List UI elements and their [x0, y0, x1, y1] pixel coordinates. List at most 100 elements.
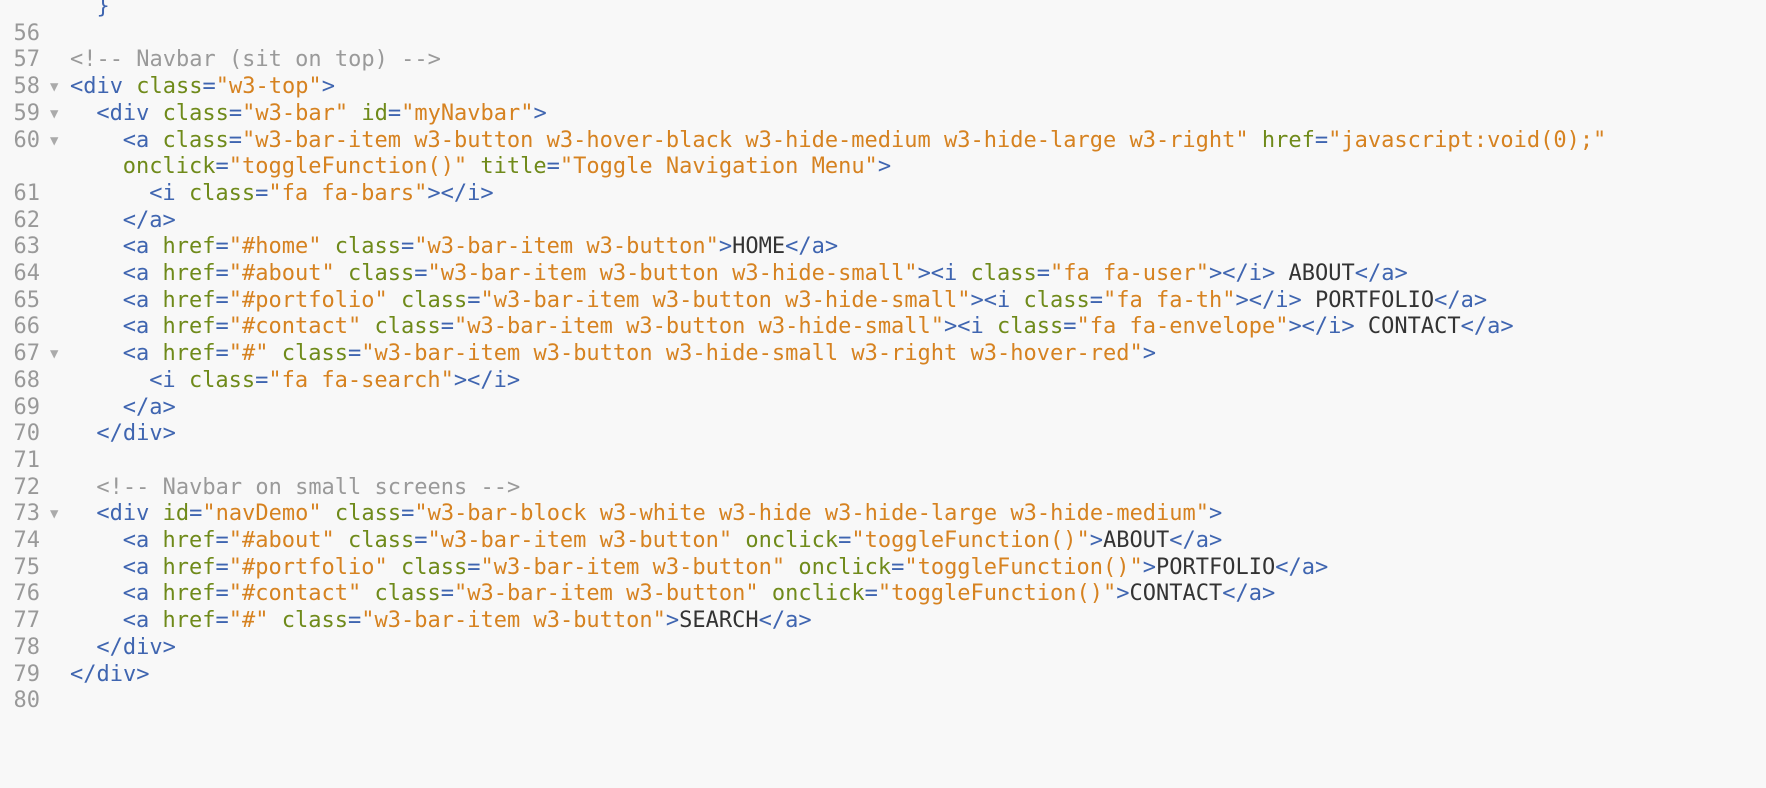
code-line[interactable]: 74 <a href="#about" class="w3-bar-item w3…	[0, 526, 1766, 556]
code-token: >	[533, 100, 547, 126]
code-token: <a	[122, 341, 163, 367]
code-token: </a>	[122, 394, 176, 420]
code-text: <a href="#" class="w3-bar-item w3-button…	[123, 339, 1156, 369]
code-token: =	[440, 314, 454, 340]
code-token: =	[228, 127, 243, 153]
code-editor[interactable]: } 56 57 <!-- Navbar (sit on top) --> 58 ▼ <div…	[0, 0, 1766, 788]
code-line[interactable]: 73 ▼ <div id="navDemo" class="w3-bar-block…	[0, 499, 1766, 529]
code-token: href	[162, 608, 216, 634]
code-line[interactable]: 76 <a href="#contact" class="w3-bar-item …	[0, 579, 1766, 609]
code-text: </a>	[123, 393, 176, 423]
code-token: class	[387, 554, 468, 580]
code-line[interactable]: 65 <a href="#portfolio" class="w3-bar-ite…	[0, 286, 1766, 316]
fold-arrow-icon[interactable]: ▼	[50, 339, 58, 369]
code-token: </a>	[122, 207, 176, 233]
code-token: <a	[122, 261, 163, 286]
fold-arrow-icon[interactable]: ▼	[50, 499, 58, 529]
code-token: "toggleFunction()"	[877, 581, 1117, 607]
code-token: </div>	[96, 421, 176, 447]
code-text: <div id="navDemo" class="w3-bar-block w3…	[96, 499, 1222, 529]
code-token: =	[838, 528, 852, 553]
code-text: <i class="fa fa-search"></i>	[149, 366, 520, 396]
code-token: =	[348, 341, 362, 367]
code-line[interactable]: 66 <a href="#contact" class="w3-bar-item …	[0, 312, 1766, 342]
code-token: <a	[122, 528, 163, 553]
code-token: =	[401, 501, 415, 527]
code-token: ></i>	[1235, 287, 1302, 313]
code-text: <!-- Navbar (sit on top) -->	[70, 45, 441, 75]
code-token: <i	[149, 367, 189, 393]
code-token: <div	[70, 74, 137, 100]
line-number: 57	[13, 47, 41, 73]
code-token: "w3-bar-item w3-button"	[414, 234, 719, 260]
code-token: =	[440, 581, 454, 607]
code-token: class	[321, 501, 402, 527]
code-line[interactable]: 59 ▼ <div class="w3-bar" id="myNavbar">	[0, 99, 1766, 129]
code-token: "toggleFunction()"	[851, 528, 1090, 553]
code-token: href	[162, 287, 216, 313]
line-number: 56	[13, 20, 41, 46]
code-token: <a	[122, 608, 163, 634]
code-token: =	[228, 100, 243, 126]
code-token: class	[321, 234, 401, 260]
code-line[interactable]: 70 </div>	[0, 419, 1766, 449]
code-token: "w3-bar-item w3-button w3-hide-small"	[427, 261, 918, 286]
code-line[interactable]: 67 ▼ <a href="#" class="w3-bar-item w3-but…	[0, 339, 1766, 369]
code-token: "fa fa-th"	[1103, 287, 1236, 313]
code-line[interactable]: 80	[0, 686, 1766, 716]
code-line[interactable]: 58 ▼ <div class="w3-top">	[0, 72, 1766, 102]
code-token: "fa fa-bars"	[268, 180, 428, 206]
fold-arrow-icon[interactable]: ▼	[50, 126, 58, 156]
code-line[interactable]: 56	[0, 19, 1766, 49]
code-token: class	[162, 127, 229, 153]
code-token: "#about"	[228, 528, 335, 553]
line-number: 65	[13, 287, 41, 313]
code-text: <a href="#about" class="w3-bar-item w3-b…	[123, 526, 1222, 556]
code-token: <a	[122, 234, 163, 260]
code-token: }	[70, 0, 110, 19]
code-token: "#contact"	[228, 314, 362, 340]
code-line[interactable]: 71	[0, 446, 1766, 476]
fold-arrow-icon[interactable]: ▼	[50, 72, 58, 102]
fold-arrow-icon[interactable]: ▼	[50, 99, 58, 129]
code-token: "toggleFunction()"	[904, 554, 1143, 580]
code-line[interactable]: 69 </a>	[0, 393, 1766, 423]
code-line[interactable]: 78 </div>	[0, 633, 1766, 663]
code-token: <!-- Navbar (sit on top) -->	[70, 47, 441, 73]
code-line[interactable]: 79 </div>	[0, 660, 1766, 690]
code-token: ABOUT	[1275, 261, 1355, 286]
code-line[interactable]: 63 <a href="#home" class="w3-bar-item w3-…	[0, 232, 1766, 262]
code-token: class	[1023, 287, 1090, 313]
code-token: </a>	[1169, 528, 1223, 553]
line-number: 59	[13, 100, 41, 126]
code-token: <a	[122, 581, 163, 607]
code-line[interactable]: 75 <a href="#portfolio" class="w3-bar-ite…	[0, 553, 1766, 583]
code-token: =	[215, 287, 229, 313]
code-token: =	[467, 554, 481, 580]
code-line[interactable]: 68 <i class="fa fa-search"></i>	[0, 366, 1766, 396]
code-line[interactable]: 61 <i class="fa fa-bars"></i>	[0, 179, 1766, 209]
code-token: href	[162, 234, 216, 260]
code-token: =	[467, 287, 481, 313]
code-token: "Toggle Navigation Menu"	[559, 154, 878, 180]
code-line[interactable]: onclick="toggleFunction()" title="Toggle…	[0, 152, 1766, 182]
code-line[interactable]: 62 </a>	[0, 206, 1766, 236]
code-token: ></i>	[1208, 261, 1276, 286]
code-line[interactable]: 57 <!-- Navbar (sit on top) -->	[0, 45, 1766, 75]
code-line[interactable]: 64 <a href="#about" class="w3-bar-item w3…	[0, 259, 1766, 289]
code-token: ><i	[944, 314, 998, 340]
code-token: ><i	[970, 287, 1024, 313]
code-token: onclick	[785, 554, 892, 580]
code-token: "w3-bar-block w3-white w3-hide w3-hide-l…	[414, 501, 1210, 527]
line-number: 79	[13, 661, 41, 687]
code-token: >	[1142, 341, 1156, 367]
code-line[interactable]: 72 <!-- Navbar on small screens -->	[0, 473, 1766, 503]
code-token: "javascript:void(0);"	[1328, 127, 1607, 153]
line-number: 64	[13, 261, 41, 286]
code-line[interactable]: 77 <a href="#" class="w3-bar-item w3-butt…	[0, 606, 1766, 636]
code-token: href	[162, 528, 216, 553]
code-line[interactable]: 60 ▼ <a class="w3-bar-item w3-button w3-ho…	[0, 126, 1766, 156]
line-number: 76	[13, 581, 41, 607]
code-token: </a>	[1434, 287, 1488, 313]
code-text: <div class="w3-bar" id="myNavbar">	[96, 99, 546, 129]
